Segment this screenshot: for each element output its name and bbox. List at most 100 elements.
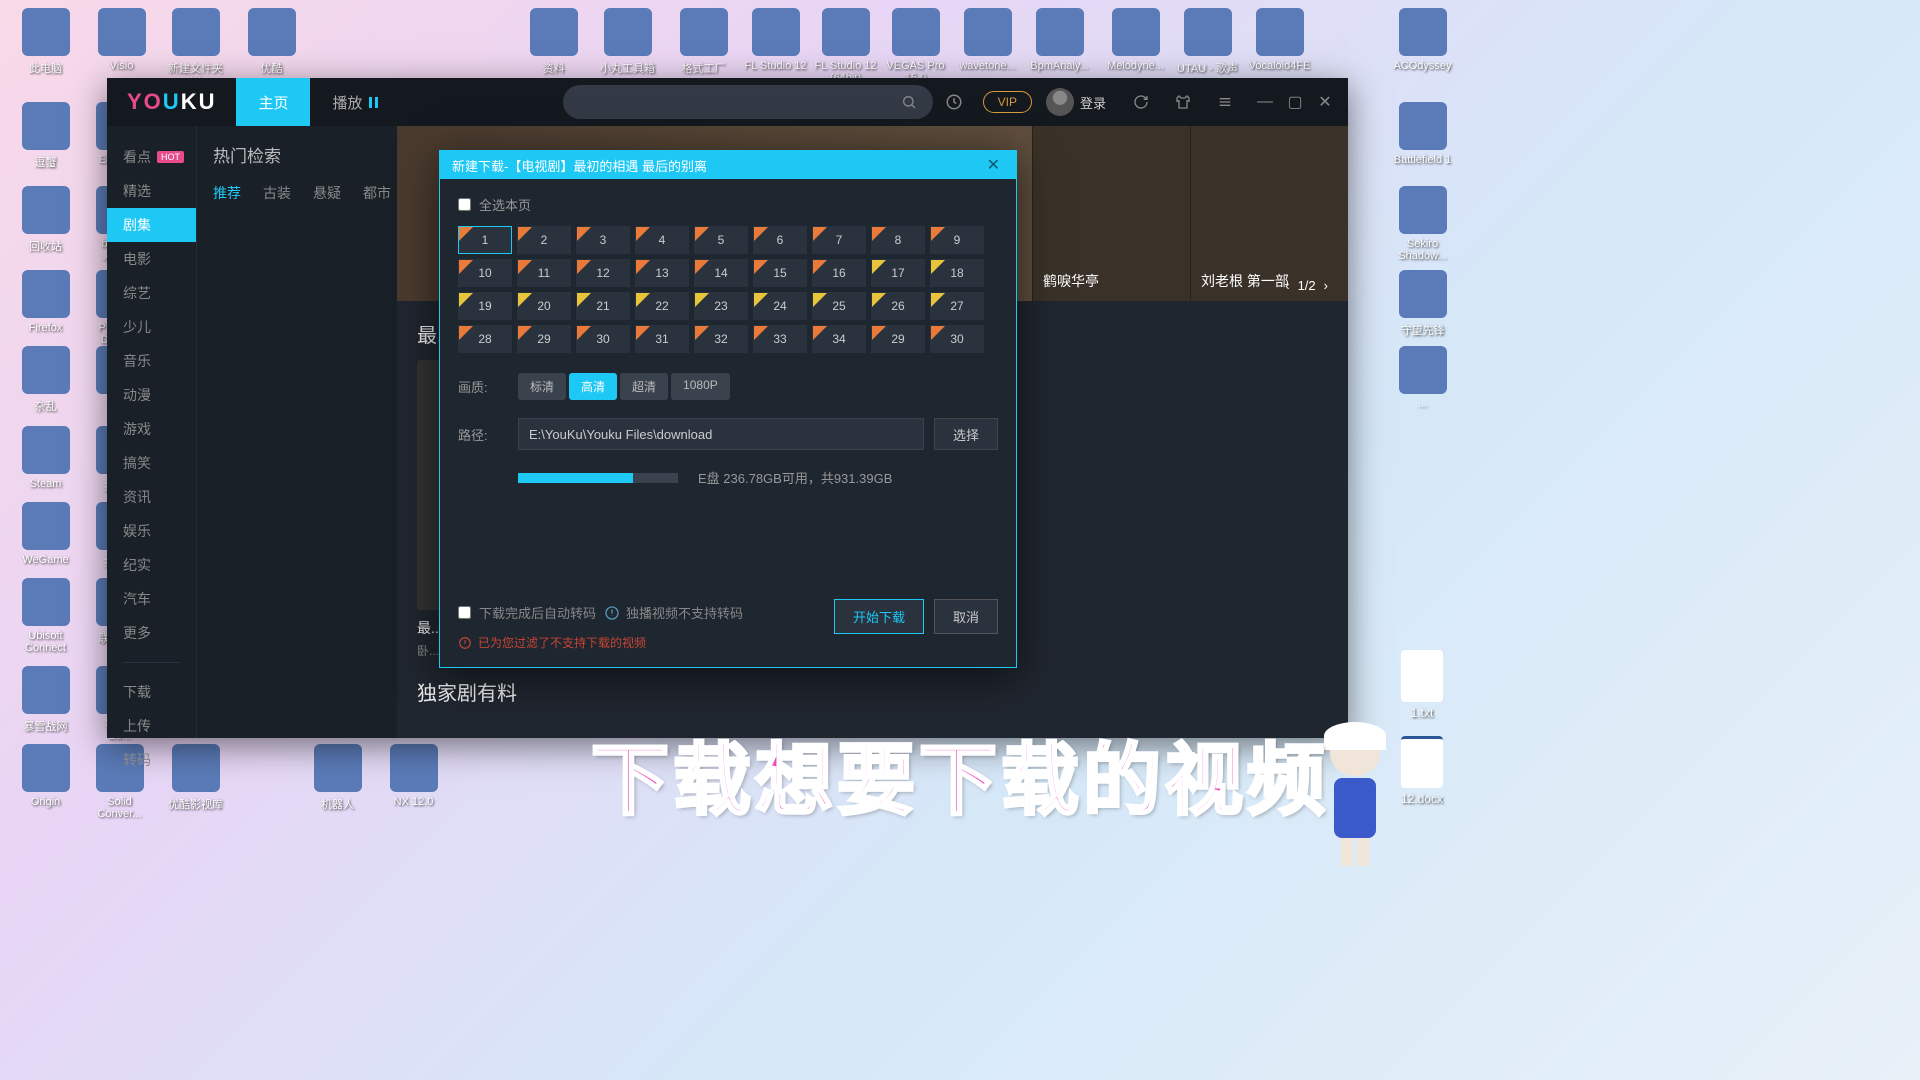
episode-button[interactable]: 31 (635, 325, 689, 353)
sidebar-item[interactable]: 动漫 (107, 378, 196, 412)
desktop-icon[interactable]: Visio (84, 8, 159, 72)
desktop-icon[interactable]: 逗蟹 (8, 102, 83, 170)
episode-button[interactable]: 21 (576, 292, 630, 320)
sidebar-item[interactable]: 综艺 (107, 276, 196, 310)
path-input[interactable] (518, 418, 924, 450)
sidebar-item[interactable]: 看点HOT (107, 140, 196, 174)
desktop-icon[interactable]: Steam (8, 426, 83, 490)
desktop-icon[interactable]: FL Studio 12 (738, 8, 813, 72)
episode-button[interactable]: 4 (635, 226, 689, 254)
quality-button[interactable]: 标清 (518, 373, 566, 400)
episode-button[interactable]: 34 (812, 325, 866, 353)
episode-button[interactable]: 13 (635, 259, 689, 287)
episode-button[interactable]: 6 (753, 226, 807, 254)
episode-button[interactable]: 12 (576, 259, 630, 287)
sidebar-item[interactable]: 音乐 (107, 344, 196, 378)
episode-button[interactable]: 23 (694, 292, 748, 320)
sidebar-item[interactable]: 纪实 (107, 548, 196, 582)
desktop-icon[interactable]: wavetone... (950, 8, 1025, 72)
episode-button[interactable]: 8 (871, 226, 925, 254)
desktop-file[interactable]: 1.txt (1392, 650, 1452, 720)
episode-button[interactable]: 27 (930, 292, 984, 320)
sidebar-item[interactable]: 资讯 (107, 480, 196, 514)
episode-button[interactable]: 29 (517, 325, 571, 353)
episode-button[interactable]: 9 (930, 226, 984, 254)
sidebar-item[interactable]: 更多 (107, 616, 196, 650)
history-icon[interactable] (937, 85, 971, 119)
category-item[interactable]: 推荐 (213, 183, 241, 203)
chevron-left-icon[interactable]: ‹ (1285, 278, 1289, 293)
cancel-button[interactable]: 取消 (934, 599, 998, 634)
sidebar-item[interactable]: 下载 (107, 675, 196, 709)
desktop-icon[interactable]: Ubisoft Connect (8, 578, 83, 654)
menu-icon[interactable] (1208, 85, 1242, 119)
episode-button[interactable]: 29 (871, 325, 925, 353)
episode-button[interactable]: 30 (576, 325, 630, 353)
desktop-icon[interactable]: 新建文件夹 (2) (158, 8, 233, 88)
desktop-icon[interactable]: 回收站 (8, 186, 83, 254)
refresh-icon[interactable] (1124, 85, 1158, 119)
episode-button[interactable]: 22 (635, 292, 689, 320)
episode-button[interactable]: 30 (930, 325, 984, 353)
episode-button[interactable]: 11 (517, 259, 571, 287)
sidebar-item[interactable]: 转码 (107, 743, 196, 777)
episode-button[interactable]: 1 (458, 226, 512, 254)
sidebar-item[interactable]: 剧集 (107, 208, 196, 242)
desktop-icon[interactable]: FL Studio 12 (64bit) (808, 8, 883, 84)
episode-button[interactable]: 33 (753, 325, 807, 353)
category-item[interactable]: 都市 (363, 183, 391, 203)
desktop-icon[interactable]: Vocaloid4FE (1242, 8, 1317, 72)
category-item[interactable]: 悬疑 (313, 183, 341, 203)
episode-button[interactable]: 25 (812, 292, 866, 320)
tab-home[interactable]: 主页 (236, 78, 310, 126)
hero-card[interactable]: 鹤唳华亭 (1032, 126, 1190, 301)
desktop-icon[interactable]: 暴雪战网 (8, 666, 83, 734)
episode-button[interactable]: 19 (458, 292, 512, 320)
episode-button[interactable]: 18 (930, 259, 984, 287)
episode-button[interactable]: 2 (517, 226, 571, 254)
sidebar-item[interactable]: 上传 (107, 709, 196, 743)
episode-button[interactable]: 10 (458, 259, 512, 287)
sidebar-item[interactable]: 游戏 (107, 412, 196, 446)
episode-button[interactable]: 3 (576, 226, 630, 254)
select-all-input[interactable] (458, 198, 471, 211)
desktop-icon[interactable]: BpmAnaly... (1022, 8, 1097, 72)
episode-button[interactable]: 20 (517, 292, 571, 320)
avatar[interactable] (1046, 88, 1074, 116)
desktop-icon[interactable]: 优酷 (234, 8, 309, 76)
skin-icon[interactable] (1166, 85, 1200, 119)
tab-play[interactable]: 播放 (310, 78, 399, 126)
quality-button[interactable]: 高清 (569, 373, 617, 400)
desktop-icon[interactable]: Firefox (8, 270, 83, 334)
maximize-button[interactable]: ▢ (1280, 87, 1310, 117)
quality-button[interactable]: 超清 (620, 373, 668, 400)
desktop-icon[interactable]: 小丸工具箱 (590, 8, 665, 76)
desktop-icon[interactable]: NX 12.0 (376, 744, 451, 808)
episode-button[interactable]: 32 (694, 325, 748, 353)
episode-button[interactable]: 7 (812, 226, 866, 254)
episode-button[interactable]: 5 (694, 226, 748, 254)
desktop-icon[interactable]: Origin (8, 744, 83, 808)
quality-button[interactable]: 1080P (671, 373, 730, 400)
desktop-icon[interactable]: 守望先锋 (1385, 270, 1460, 338)
vip-badge[interactable]: VIP (983, 91, 1032, 113)
desktop-icon[interactable]: 资料 (516, 8, 591, 76)
desktop-icon[interactable]: Melodyne... (1098, 8, 1173, 72)
desktop-icon[interactable]: ... (1385, 346, 1460, 410)
episode-button[interactable]: 17 (871, 259, 925, 287)
hero-card[interactable]: 刘老根 第一部 (1190, 126, 1348, 301)
desktop-icon[interactable]: Battlefield 1 (1385, 102, 1460, 166)
browse-button[interactable]: 选择 (934, 418, 998, 450)
desktop-icon[interactable]: WeGame (8, 502, 83, 566)
desktop-icon[interactable]: VEGAS Pro 15.0 (878, 8, 953, 84)
desktop-icon[interactable]: ACOdyssey (1385, 8, 1460, 72)
episode-button[interactable]: 16 (812, 259, 866, 287)
episode-button[interactable]: 24 (753, 292, 807, 320)
dialog-close-button[interactable]: ✕ (983, 155, 1004, 175)
sidebar-item[interactable]: 精选 (107, 174, 196, 208)
episode-button[interactable]: 14 (694, 259, 748, 287)
start-download-button[interactable]: 开始下载 (834, 599, 924, 634)
sidebar-item[interactable]: 娱乐 (107, 514, 196, 548)
sidebar-item[interactable]: 电影 (107, 242, 196, 276)
sidebar-item[interactable]: 少儿 (107, 310, 196, 344)
